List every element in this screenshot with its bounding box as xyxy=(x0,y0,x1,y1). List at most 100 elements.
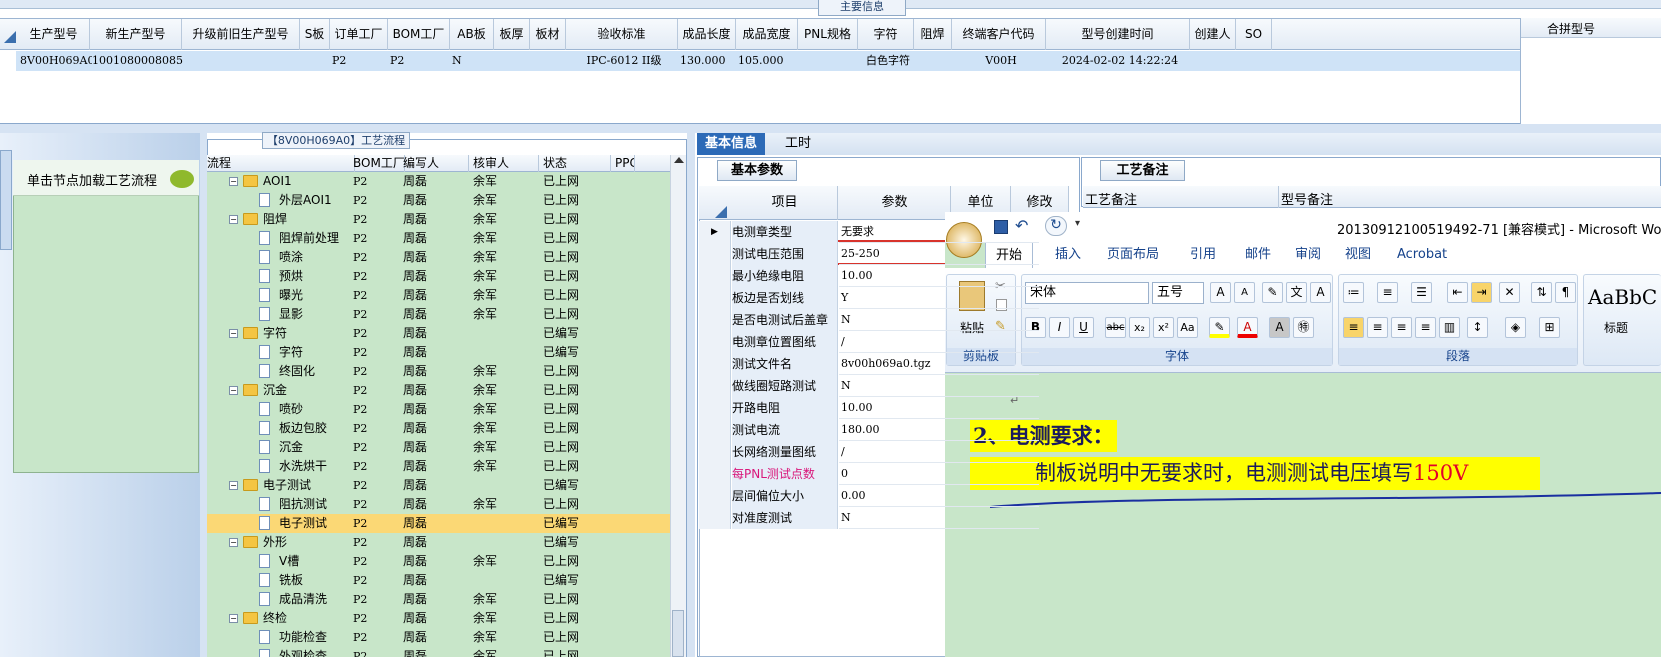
align-left-icon[interactable]: ≡ xyxy=(1343,317,1364,338)
params-row[interactable]: 长网络测量图纸 / xyxy=(699,441,1069,463)
col-header-6[interactable]: AB板 xyxy=(450,19,494,50)
tree-col-5[interactable]: PPC xyxy=(611,155,635,172)
params-row[interactable]: 测试电流 180.00 xyxy=(699,419,1069,441)
col-header-17[interactable]: 创建人 xyxy=(1190,19,1236,50)
style-label[interactable]: 标题 xyxy=(1604,319,1628,336)
cell-16[interactable]: 2024-02-02 14:22:24 xyxy=(1048,51,1192,71)
ribbon-tab-7[interactable]: Acrobat xyxy=(1397,242,1447,268)
tree-col-2[interactable]: 编写人 xyxy=(399,155,469,172)
params-row[interactable]: 层间偏位大小 0.00 xyxy=(699,485,1069,507)
tree-row[interactable]: 外观检查 P2 周磊 余军 已上网 xyxy=(207,647,670,657)
col-header-4[interactable]: 订单工厂 xyxy=(330,19,388,50)
expand-toggle-icon[interactable]: − xyxy=(229,177,238,186)
enclose-char-icon[interactable]: ㊕ xyxy=(1293,317,1314,338)
tree-row[interactable]: 喷涂 P2 周磊 余军 已上网 xyxy=(207,248,670,267)
horizontal-splitter[interactable] xyxy=(0,124,1661,133)
middle-splitter[interactable] xyxy=(687,133,695,657)
expand-toggle-icon[interactable]: − xyxy=(229,215,238,224)
tree-row[interactable]: 阻焊前处理 P2 周磊 余军 已上网 xyxy=(207,229,670,248)
expand-toggle-icon[interactable]: − xyxy=(229,538,238,547)
col-header-1[interactable]: 新生产型号 xyxy=(90,19,182,50)
param-value[interactable]: N xyxy=(839,375,1039,397)
param-value[interactable]: 10.00 xyxy=(839,265,1039,287)
shading-icon[interactable]: ◈ xyxy=(1505,317,1526,338)
col-header-12[interactable]: PNL规格 xyxy=(798,19,858,50)
increase-indent-icon[interactable]: ⇥ xyxy=(1471,282,1492,303)
numbering-icon[interactable]: ≡ xyxy=(1377,282,1398,303)
multilevel-list-icon[interactable]: ☰ xyxy=(1411,282,1432,303)
tree-row[interactable]: 显影 P2 周磊 余军 已上网 xyxy=(207,305,670,324)
show-marks-icon[interactable]: ¶ xyxy=(1555,282,1576,303)
tree-row[interactable]: − 阻焊 P2 周磊 余军 已上网 xyxy=(207,210,670,229)
param-value[interactable]: / xyxy=(839,331,1039,353)
col-header-3[interactable]: S板 xyxy=(300,19,330,50)
underline-icon[interactable]: U xyxy=(1073,317,1094,338)
font-color-icon[interactable]: A xyxy=(1237,317,1258,338)
subscript-icon[interactable]: x₂ xyxy=(1129,317,1150,338)
tree-row[interactable]: − 电子测试 P2 周磊 已编写 xyxy=(207,476,670,495)
scroll-up-icon[interactable] xyxy=(674,157,684,163)
phonetic-guide-icon[interactable]: 文 xyxy=(1286,282,1307,303)
params-col-0[interactable]: 项目 xyxy=(732,186,838,220)
tree-row[interactable]: 沉金 P2 周磊 余军 已上网 xyxy=(207,438,670,457)
change-case-icon[interactable]: Aa xyxy=(1177,317,1198,338)
params-row[interactable]: ▶ 电测章类型 无要求 xyxy=(699,221,1069,243)
col-header-16[interactable]: 型号创建时间 xyxy=(1046,19,1190,50)
tab-basic-params[interactable]: 基本参数 xyxy=(717,160,797,181)
ribbon-tab-5[interactable]: 审阅 xyxy=(1295,242,1321,268)
strikethrough-icon[interactable]: abc xyxy=(1105,317,1126,338)
bullets-icon[interactable]: ≔ xyxy=(1343,282,1364,303)
cell-9[interactable]: IPC-6012 II级 xyxy=(568,51,680,71)
ribbon-tab-2[interactable]: 页面布局 xyxy=(1107,242,1159,268)
clear-format-icon[interactable]: ✎ xyxy=(1262,282,1283,303)
col-header-2[interactable]: 升级前旧生产型号 xyxy=(182,19,300,50)
param-value[interactable]: 0 xyxy=(839,463,1039,485)
sort-icon[interactable]: ⇅ xyxy=(1531,282,1552,303)
align-center-icon[interactable]: ≡ xyxy=(1367,317,1388,338)
style-preview[interactable]: AaBbC xyxy=(1588,285,1657,309)
superscript-icon[interactable]: x² xyxy=(1153,317,1174,338)
tree-row[interactable]: − 沉金 P2 周磊 余军 已上网 xyxy=(207,381,670,400)
col-header-0[interactable]: 生产型号 xyxy=(18,19,90,50)
font-size-select[interactable]: 五号 xyxy=(1152,282,1204,304)
param-value[interactable]: 180.00 xyxy=(839,419,1039,441)
params-row[interactable]: 每PNL测试点数 0 xyxy=(699,463,1069,485)
cell-0[interactable]: 8V00H069A0 xyxy=(20,51,92,71)
params-row[interactable]: 做线圈短路测试 N xyxy=(699,375,1069,397)
highlight-icon[interactable]: ✎ xyxy=(1209,317,1230,338)
tree-row[interactable]: 电子测试 P2 周磊 已编写 xyxy=(207,514,670,533)
params-row[interactable]: 测试文件名 8v00h069a0.tgz xyxy=(699,353,1069,375)
tree-row[interactable]: V槽 P2 周磊 余军 已上网 xyxy=(207,552,670,571)
col-header-5[interactable]: BOM工厂 xyxy=(388,19,450,50)
tree-row[interactable]: − 终检 P2 周磊 余军 已上网 xyxy=(207,609,670,628)
justify-icon[interactable]: ≡ xyxy=(1415,317,1436,338)
tree-row[interactable]: 铣板 P2 周磊 已编写 xyxy=(207,571,670,590)
expand-toggle-icon[interactable]: − xyxy=(229,386,238,395)
sort-corner-icon[interactable] xyxy=(4,31,16,43)
tree-row[interactable]: 曝光 P2 周磊 余军 已上网 xyxy=(207,286,670,305)
line-spacing-icon[interactable]: ↕ xyxy=(1467,317,1488,338)
tree-row[interactable]: 外层AOI1 P2 周磊 余军 已上网 xyxy=(207,191,670,210)
col-header-15[interactable]: 终端客户代码 xyxy=(952,19,1046,50)
col-header-14[interactable]: 阻焊 xyxy=(914,19,952,50)
params-row[interactable]: 测试电压范围 25-250 xyxy=(699,243,1069,265)
param-value[interactable]: N xyxy=(839,309,1039,331)
param-value[interactable]: 10.00 xyxy=(839,397,1039,419)
ribbon-tab-3[interactable]: 引用 xyxy=(1190,242,1216,268)
param-value[interactable]: N xyxy=(839,507,1039,529)
col-header-10[interactable]: 成品长度 xyxy=(678,19,736,50)
col-header-8[interactable]: 板材 xyxy=(530,19,566,50)
tree-row[interactable]: 水洗烘干 P2 周磊 余军 已上网 xyxy=(207,457,670,476)
tree-col-1[interactable]: BOM工厂 xyxy=(349,155,405,172)
tab-basic-info[interactable]: 基本信息 xyxy=(697,133,766,155)
tree-row[interactable]: − AOI1 P2 周磊 余军 已上网 xyxy=(207,172,670,191)
chinese-layout-icon[interactable]: ✕ xyxy=(1499,282,1520,303)
col-header-13[interactable]: 字符 xyxy=(858,19,914,50)
tree-row[interactable]: 阻抗测试 P2 周磊 余军 已上网 xyxy=(207,495,670,514)
process-tree-scroll-thumb[interactable] xyxy=(672,610,684,657)
cell-10[interactable]: 130.000 xyxy=(680,51,738,71)
process-tree-scrollbar[interactable] xyxy=(670,155,686,657)
tree-row[interactable]: 喷砂 P2 周磊 余军 已上网 xyxy=(207,400,670,419)
col-header-11[interactable]: 成品宽度 xyxy=(736,19,798,50)
params-row[interactable]: 对准度测试 N xyxy=(699,507,1069,529)
